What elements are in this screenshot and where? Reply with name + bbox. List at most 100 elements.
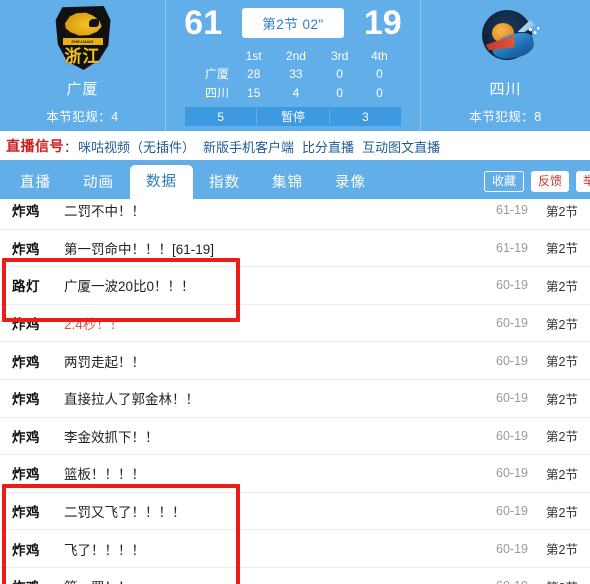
quarter-header-row: 1st 2nd 3rd 4th bbox=[187, 48, 399, 64]
list-item[interactable]: 炸鸡 飞了！！！！ 60-19 第2节 bbox=[0, 530, 590, 568]
feed-text: 第一罚！！ bbox=[58, 576, 474, 584]
feed-text: 直接拉人了郭金林！！ bbox=[64, 392, 199, 408]
away-score: 19 bbox=[363, 4, 402, 42]
home-team-logo: ZHEJIANG 浙江 bbox=[47, 4, 119, 76]
quarter-cell: 33 bbox=[289, 66, 303, 81]
quarter-cell: 28 bbox=[247, 66, 261, 81]
feed-score: 60-19 bbox=[496, 391, 528, 406]
feed-user: 炸鸡 bbox=[12, 505, 40, 521]
feed-user: 炸鸡 bbox=[12, 542, 40, 558]
feed-text: 李金效抓下！！ bbox=[64, 429, 159, 445]
quarter-header: 2nd bbox=[285, 49, 306, 63]
feed-period: 第2节 bbox=[546, 279, 578, 294]
favorite-button[interactable]: 收藏 bbox=[483, 171, 524, 192]
tab-data[interactable]: 数据 bbox=[130, 165, 193, 199]
commentary-feed[interactable]: 炸鸡 二罚不中！！ 61-19 第2节 炸鸡 第一罚命中！！！[61-19] 6… bbox=[0, 199, 590, 584]
feed-period: 第2节 bbox=[546, 430, 578, 445]
home-logo-text: 浙江 bbox=[64, 47, 101, 67]
tab-highlights[interactable]: 集锦 bbox=[256, 167, 319, 199]
scoreboard: ZHEJIANG 浙江 广厦 本节犯规：4 61 第2节 02" 19 1st … bbox=[0, 0, 590, 131]
list-item[interactable]: 炸鸡 2.4秒！！ 60-19 第2节 bbox=[0, 305, 590, 343]
quarter-cell: 4 bbox=[292, 85, 300, 100]
list-item[interactable]: 炸鸡 两罚走起！！ 60-19 第2节 bbox=[0, 342, 590, 380]
home-timeouts: 5 bbox=[217, 109, 224, 124]
feed-score: 60-19 bbox=[496, 504, 528, 519]
feed-score: 60-19 bbox=[496, 466, 528, 481]
feed-score: 61-19 bbox=[496, 203, 528, 218]
feed-score: 61-19 bbox=[496, 240, 528, 255]
home-logo-sub: ZHEJIANG bbox=[62, 38, 103, 45]
feed-user: 炸鸡 bbox=[12, 576, 58, 584]
feed-text: 两罚走起！！ bbox=[64, 354, 145, 370]
list-item[interactable]: 炸鸡 直接拉人了郭金林！！ 60-19 第2节 bbox=[0, 380, 590, 418]
tab-live[interactable]: 直播 bbox=[4, 167, 67, 199]
feed-text: 二罚不中！！ bbox=[64, 204, 145, 220]
feed-score: 60-19 bbox=[496, 428, 528, 443]
signal-label: 直播信号 bbox=[6, 138, 64, 154]
quarter-header: 3rd bbox=[330, 49, 349, 63]
list-item[interactable]: 炸鸡 二罚不中！！ 61-19 第2节 bbox=[0, 199, 590, 230]
feed-text: 飞了！！！！ bbox=[64, 542, 145, 558]
feed-period: 第2节 bbox=[528, 577, 590, 584]
quarter-row-team: 四川 bbox=[204, 86, 229, 100]
feed-period: 第2节 bbox=[546, 467, 578, 482]
feed-score: 60-19 bbox=[474, 579, 528, 584]
signal-link-text-live[interactable]: 互动图文直播 bbox=[362, 137, 440, 156]
feed-user: 炸鸡 bbox=[12, 354, 40, 370]
tab-bar: 直播 动画 数据 指数 集锦 录像 收藏 反馈 举 bbox=[0, 160, 590, 199]
list-item[interactable]: 炸鸡 李金效抓下！！ 60-19 第2节 bbox=[0, 418, 590, 456]
feed-user: 炸鸡 bbox=[12, 392, 40, 408]
period-clock: 第2节 02" bbox=[242, 8, 344, 38]
feedback-button[interactable]: 反馈 bbox=[530, 171, 569, 192]
list-item[interactable]: 炸鸡 篮板！！！！ 60-19 第2节 bbox=[0, 455, 590, 493]
tab-replay[interactable]: 录像 bbox=[319, 167, 382, 199]
quarter-cell: 15 bbox=[247, 85, 261, 100]
home-team-panel[interactable]: ZHEJIANG 浙江 广厦 本节犯规：4 bbox=[0, 0, 166, 131]
feed-score: 60-19 bbox=[496, 353, 528, 368]
score-row: 61 第2节 02" 19 bbox=[166, 2, 420, 44]
feed-period: 第2节 bbox=[546, 204, 578, 219]
quarter-header: 4th bbox=[371, 49, 388, 63]
away-timeouts: 3 bbox=[328, 109, 401, 124]
feed-period: 第2节 bbox=[546, 355, 578, 370]
feed-score: 60-19 bbox=[496, 278, 528, 293]
away-team-name: 四川 bbox=[489, 81, 522, 98]
list-item[interactable]: 炸鸡 第一罚命中！！！[61-19] 61-19 第2节 bbox=[0, 230, 590, 268]
feed-text: 第一罚命中！！！[61-19] bbox=[64, 241, 215, 257]
signal-link-mobile-client[interactable]: 新版手机客户端 bbox=[203, 137, 294, 156]
quarter-cell: 0 bbox=[336, 85, 343, 100]
away-team-panel[interactable]: 四川 本节犯规：8 bbox=[420, 0, 590, 131]
broadcast-signal-bar: 直播信号 ： 咪咕视频（无插件） 新版手机客户端 比分直播 互动图文直播 bbox=[0, 131, 590, 160]
feed-text: 篮板！！！！ bbox=[64, 467, 145, 483]
list-item[interactable]: 路灯 广厦一波20比0！！！ 60-19 第2节 bbox=[0, 267, 590, 305]
list-item[interactable]: 炸鸡 二罚又飞了！！！！ 60-19 第2节 bbox=[0, 493, 590, 531]
feed-user: 炸鸡 bbox=[12, 241, 40, 257]
tab-index[interactable]: 指数 bbox=[193, 167, 256, 199]
home-team-fouls: 本节犯规：4 bbox=[46, 110, 119, 124]
live-match-page: ZHEJIANG 浙江 广厦 本节犯规：4 61 第2节 02" 19 1st … bbox=[0, 0, 590, 584]
table-row: 广厦 28 33 0 0 bbox=[187, 64, 399, 83]
score-center: 61 第2节 02" 19 1st 2nd 3rd 4th 广厦 28 33 0 bbox=[166, 0, 420, 131]
feed-score: 60-19 bbox=[496, 316, 528, 331]
timeout-bar: 5 暂停 3 bbox=[185, 107, 401, 126]
table-row: 四川 15 4 0 0 bbox=[187, 83, 399, 102]
feed-period: 第2节 bbox=[546, 543, 578, 558]
timeout-label: 暂停 bbox=[256, 108, 328, 125]
tab-actions: 收藏 反馈 举 bbox=[483, 171, 590, 192]
feed-score: 60-19 bbox=[496, 541, 528, 556]
quarter-cell: 0 bbox=[336, 66, 343, 81]
quarter-cell: 0 bbox=[376, 66, 383, 81]
list-item[interactable]: 炸鸡 第一罚！！ 60-19 第2节 bbox=[0, 568, 590, 584]
feed-text: 2.4秒！！ bbox=[64, 317, 124, 333]
away-team-fouls: 本节犯规：8 bbox=[469, 110, 542, 124]
feed-user: 路灯 bbox=[12, 279, 40, 295]
home-score: 61 bbox=[184, 4, 223, 42]
signal-link-score-live[interactable]: 比分直播 bbox=[302, 137, 354, 156]
feed-text: 二罚又飞了！！！！ bbox=[64, 505, 186, 521]
away-team-logo bbox=[470, 4, 542, 76]
feed-period: 第2节 bbox=[546, 317, 578, 332]
feed-period: 第2节 bbox=[546, 392, 578, 407]
signal-link-migu[interactable]: 咪咕视频（无插件） bbox=[78, 137, 195, 156]
tab-animation[interactable]: 动画 bbox=[67, 167, 130, 199]
report-button[interactable]: 举 bbox=[575, 171, 590, 192]
